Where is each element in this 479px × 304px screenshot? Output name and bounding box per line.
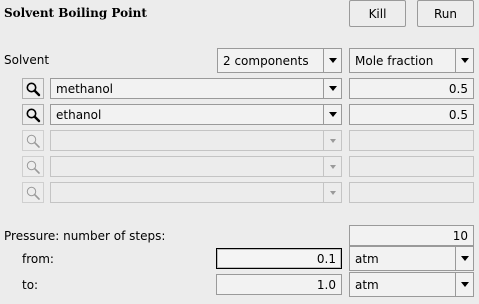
components-select-value: 2 components: [223, 53, 309, 68]
pressure-to-unit-select[interactable]: atm: [349, 272, 474, 297]
fraction-units-select[interactable]: Mole fraction: [349, 48, 474, 73]
pressure-from-value: 0.1: [316, 251, 336, 266]
search-button[interactable]: [22, 130, 44, 151]
pressure-steps-label: Pressure: number of steps:: [4, 229, 166, 243]
chevron-down-icon: [455, 49, 473, 72]
pressure-from-label: from:: [22, 252, 54, 266]
magnifier-icon: [26, 134, 40, 148]
pressure-from-unit-value: atm: [355, 251, 379, 266]
chevron-down-icon: [323, 79, 341, 98]
chevron-down-icon: [323, 183, 341, 202]
magnifier-icon: [26, 108, 41, 122]
pressure-steps-value: 10: [452, 228, 468, 243]
pressure-to-field[interactable]: 1.0: [216, 274, 342, 295]
solvent-component-fraction[interactable]: [349, 130, 474, 151]
pressure-from-unit-select[interactable]: atm: [349, 246, 474, 271]
solvent-component-fraction[interactable]: [349, 156, 474, 177]
pressure-to-label: to:: [22, 278, 39, 292]
magnifier-icon: [26, 82, 41, 96]
chevron-down-icon: [323, 157, 341, 176]
pressure-steps-field[interactable]: 10: [349, 225, 474, 246]
kill-button[interactable]: Kill: [349, 0, 406, 27]
chevron-down-icon: [323, 131, 341, 150]
chevron-down-icon: [323, 105, 341, 124]
run-button[interactable]: Run: [417, 0, 474, 27]
solvent-component-select[interactable]: [50, 182, 342, 203]
solvent-label: Solvent: [4, 53, 50, 67]
pressure-from-field[interactable]: 0.1: [216, 248, 342, 269]
solvent-component-select[interactable]: ethanol: [50, 104, 342, 125]
pressure-to-unit-value: atm: [355, 277, 379, 292]
solvent-component-select[interactable]: [50, 156, 342, 177]
search-button[interactable]: [22, 182, 44, 203]
chevron-down-icon: [455, 247, 473, 270]
chevron-down-icon: [323, 49, 341, 72]
solvent-component-select[interactable]: [50, 130, 342, 151]
solvent-component-name: methanol: [56, 81, 114, 96]
solvent-component-fraction[interactable]: 0.5: [349, 104, 474, 125]
search-button[interactable]: [22, 156, 44, 177]
components-select[interactable]: 2 components: [217, 48, 342, 73]
fraction-units-select-value: Mole fraction: [355, 53, 434, 68]
search-button[interactable]: [22, 104, 44, 125]
solvent-component-fraction-value: 0.5: [448, 81, 468, 96]
solvent-component-fraction-value: 0.5: [448, 107, 468, 122]
solvent-component-select[interactable]: methanol: [50, 78, 342, 99]
chevron-down-icon: [455, 273, 473, 296]
dialog-title: Solvent Boiling Point: [4, 6, 147, 20]
solvent-component-fraction[interactable]: [349, 182, 474, 203]
solvent-component-name: ethanol: [56, 107, 102, 122]
solvent-component-fraction[interactable]: 0.5: [349, 78, 474, 99]
magnifier-icon: [26, 186, 40, 200]
magnifier-icon: [26, 160, 40, 174]
pressure-to-value: 1.0: [316, 277, 336, 292]
search-button[interactable]: [22, 78, 44, 99]
